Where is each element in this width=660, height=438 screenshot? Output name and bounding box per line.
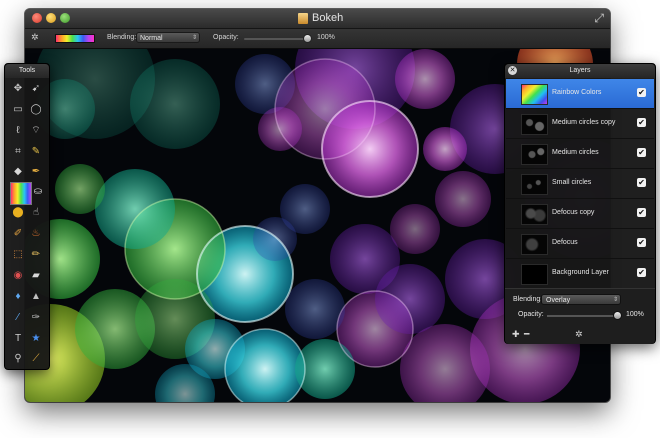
shape-star-icon[interactable]: ★ <box>27 330 45 348</box>
window-title: Bokeh <box>312 12 344 24</box>
text-tool-icon[interactable]: T <box>9 330 27 348</box>
layer-thumbnail <box>521 204 548 225</box>
options-bar: ✲ Blending: Normal ⇕ Opacity: 100% <box>25 29 610 49</box>
layer-name: Small circles <box>552 179 592 186</box>
layers-palette: ✕ Layers Rainbow Colors ✔ Medium circles… <box>504 63 656 344</box>
zoom-window-button[interactable] <box>60 13 70 23</box>
eyedropper-icon[interactable]: ✎ <box>27 143 45 161</box>
layer-row-small-circles[interactable]: Small circles ✔ <box>506 169 654 199</box>
rect-select-icon[interactable]: ▭ <box>9 101 27 119</box>
gradient-swatch[interactable] <box>55 34 95 43</box>
layer-name: Rainbow Colors <box>552 89 602 96</box>
brush-icon[interactable]: ✐ <box>9 225 27 243</box>
layer-blending-select[interactable]: Overlay ⇕ <box>541 294 621 305</box>
sharpen-cone-icon[interactable]: ▲ <box>27 288 45 306</box>
layer-settings-gear-icon[interactable]: ✲ <box>575 329 583 339</box>
opacity-label: Opacity: <box>213 34 239 41</box>
blur-drop-icon[interactable]: ♦ <box>9 288 27 306</box>
layer-row-defocus[interactable]: Defocus ✔ <box>506 229 654 259</box>
layer-thumbnail <box>521 114 548 135</box>
layer-row-medium-circles[interactable]: Medium circles ✔ <box>506 139 654 169</box>
opacity-slider-knob[interactable] <box>303 34 312 43</box>
layer-name: Medium circles copy <box>552 119 616 126</box>
layer-opacity-label: Opacity: <box>518 311 544 318</box>
layer-thumbnail <box>521 264 548 285</box>
fullscreen-arrows-icon[interactable]: ⤢ <box>594 11 604 26</box>
remove-layer-icon[interactable]: ━ <box>524 329 529 339</box>
layer-blending-value: Overlay <box>546 297 571 304</box>
layers-palette-title: Layers <box>569 67 591 74</box>
close-window-button[interactable] <box>32 13 42 23</box>
vector-pen-icon[interactable]: ✑ <box>27 309 45 327</box>
paint-bucket-icon[interactable]: ⛀ <box>29 183 47 201</box>
picker-icon[interactable]: ⟋ <box>27 350 45 368</box>
blending-value: Normal <box>140 35 163 42</box>
layer-visibility-checkbox[interactable]: ✔ <box>637 178 646 187</box>
pen-icon[interactable]: ✒ <box>27 163 45 181</box>
layer-opacity-value: 100% <box>626 311 644 318</box>
ellipse-select-icon[interactable]: ◯ <box>27 101 45 119</box>
layer-name: Background Layer <box>552 269 609 276</box>
crop-icon[interactable]: ⌗ <box>9 143 27 161</box>
blending-label: Blending: <box>107 34 137 41</box>
layer-visibility-checkbox[interactable]: ✔ <box>637 238 646 247</box>
layer-row-rainbow-colors[interactable]: Rainbow Colors ✔ <box>506 79 654 109</box>
clone-stamp-icon[interactable]: ⬚ <box>9 246 27 264</box>
updown-chevron-icon: ⇕ <box>612 297 618 303</box>
lasso-icon[interactable]: ℓ <box>9 122 27 140</box>
opacity-value: 100% <box>317 34 335 41</box>
polygon-lasso-icon[interactable]: ⌔ <box>27 122 45 140</box>
blending-select[interactable]: Normal ⇕ <box>136 32 200 43</box>
line-tool-icon[interactable]: ⁄ <box>9 309 27 327</box>
pencil-icon[interactable]: ✏ <box>27 246 45 264</box>
add-layer-icon[interactable]: ✚ <box>512 329 520 339</box>
eraser-icon[interactable]: ◆ <box>9 163 27 181</box>
layer-visibility-checkbox[interactable]: ✔ <box>637 148 646 157</box>
layer-visibility-checkbox[interactable]: ✔ <box>637 118 646 127</box>
gear-icon[interactable]: ✲ <box>31 32 39 43</box>
layer-opacity-slider[interactable] <box>547 315 617 317</box>
layer-thumbnail <box>521 84 548 105</box>
layer-thumbnail <box>521 144 548 165</box>
layer-thumbnail <box>521 234 548 255</box>
layers-palette-header[interactable]: ✕ Layers <box>505 64 655 78</box>
tools-palette-title: Tools <box>5 64 49 78</box>
opacity-slider[interactable] <box>244 38 304 40</box>
color-fill-icon[interactable]: ⬤ <box>9 204 27 222</box>
layer-name: Defocus <box>552 239 578 246</box>
layer-name: Medium circles <box>552 149 599 156</box>
layer-visibility-checkbox[interactable]: ✔ <box>637 88 646 97</box>
eraser-block-icon[interactable]: ▰ <box>27 267 45 285</box>
document-icon <box>298 13 308 24</box>
updown-chevron-icon: ⇕ <box>191 35 197 41</box>
burn-icon[interactable]: ♨ <box>27 225 45 243</box>
zoom-icon[interactable]: ⚲ <box>9 350 27 368</box>
layer-opacity-slider-knob[interactable] <box>613 311 622 320</box>
minimize-window-button[interactable] <box>46 13 56 23</box>
pointer-select-icon[interactable]: ➹ <box>27 80 45 98</box>
layer-name: Defocus copy <box>552 209 595 216</box>
layer-blending-label: Blending: <box>513 296 543 303</box>
title-bar[interactable]: Bokeh ⤢ <box>25 9 610 29</box>
tools-palette: Tools ✥ ➹ ▭ ◯ ℓ ⌔ ⌗ ✎ ◆ ✒ ⛀ ⬤ ☝ ✐ ♨ ⬚ ✏ … <box>4 63 50 370</box>
layer-row-medium-circles-copy[interactable]: Medium circles copy ✔ <box>506 109 654 139</box>
layer-row-background-layer[interactable]: Background Layer ✔ <box>506 259 654 289</box>
layer-visibility-checkbox[interactable]: ✔ <box>637 208 646 217</box>
smudge-icon[interactable]: ☝ <box>27 204 45 222</box>
layer-row-defocus-copy[interactable]: Defocus copy ✔ <box>506 199 654 229</box>
layer-thumbnail <box>521 174 548 195</box>
layers-footer: Blending: Overlay ⇕ Opacity: 100% ✚ ━ ✲ <box>505 288 655 344</box>
red-eye-icon[interactable]: ◉ <box>9 267 27 285</box>
move-icon[interactable]: ✥ <box>9 80 27 98</box>
layer-visibility-checkbox[interactable]: ✔ <box>637 268 646 277</box>
